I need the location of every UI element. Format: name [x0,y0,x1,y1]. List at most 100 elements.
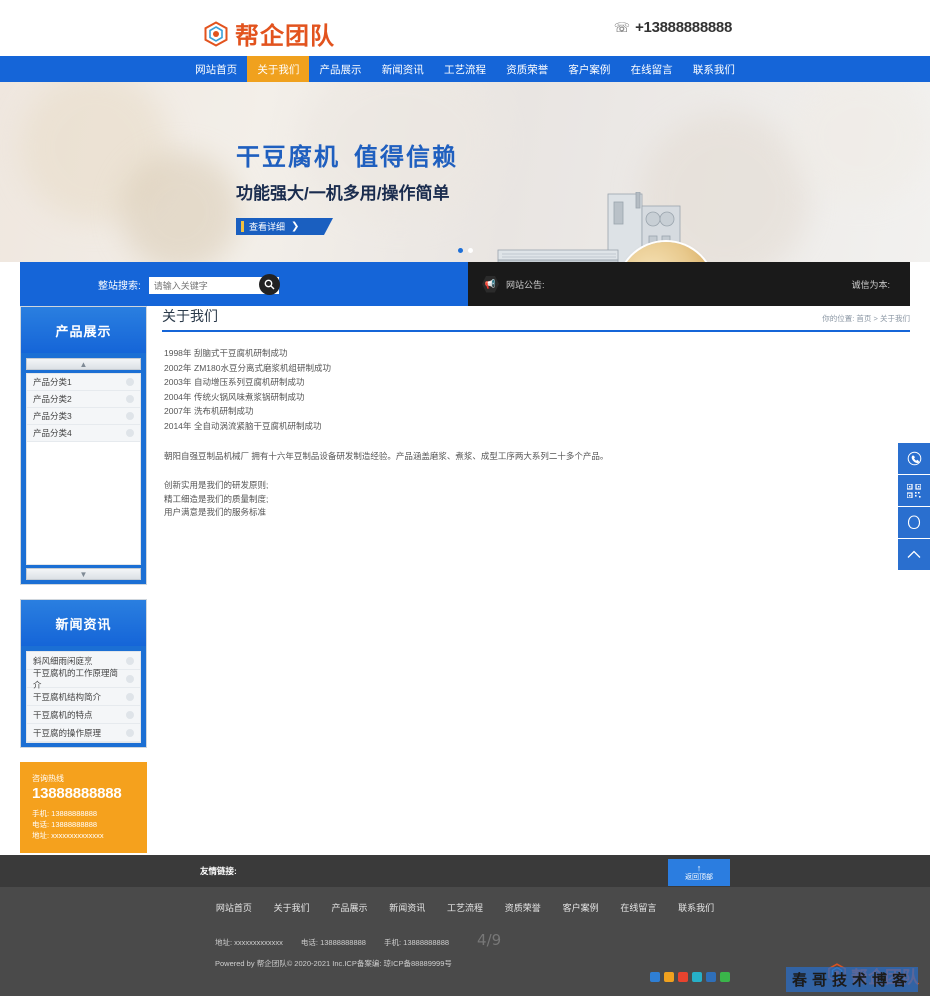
chevron-up-icon[interactable] [898,539,930,571]
news-label: 干豆腐机的工作原理简介 [33,667,119,690]
nav-item-about[interactable]: 关于我们 [247,56,310,82]
footer-nav-message[interactable]: 在线留言 [609,901,667,914]
footer-nav-cases[interactable]: 客户案例 [552,901,610,914]
product-category-list: 产品分类1 产品分类2 产品分类3 产品分类4 [26,373,141,565]
footer-nav-products[interactable]: 产品展示 [321,901,379,914]
footer-address: 地址: xxxxxxxxxxxxx [215,938,283,947]
timeline-row: 2002年 ZM180水豆分离式磨浆机组研制成功 [164,361,908,376]
footer-tel: 电话: 13888888888 [300,938,366,947]
news-panel: 新闻资讯 斜风细雨闲庭烹 干豆腐机的工作原理简介 干豆腐机结构简介 干豆腐机的特… [20,599,147,748]
timeline-row: 2014年 全自动涡流紧脑干豆腐机研制成功 [164,419,908,434]
timeline-text: 传统火锅风味煮浆锅研制成功 [194,391,305,402]
social-qzone-icon[interactable] [692,972,702,982]
site-header: 帮企团队 ☏ +13888888888 [0,0,930,56]
timeline-text: 全自动涡流紧脑干豆腐机研制成功 [194,420,322,431]
content-body: 1998年 刮脑式干豆腐机研制成功 2002年 ZM180水豆分离式磨浆机组研制成功… [162,332,910,520]
social-renren-icon[interactable] [706,972,716,982]
nav-item-honors[interactable]: 资质荣誉 [496,56,558,82]
arrow-up-icon: ↑ [696,862,702,873]
breadcrumb-separator: > [873,314,878,323]
floating-toolbar [898,443,930,571]
nav-item-products[interactable]: 产品展示 [309,56,371,82]
plus-circle-icon [126,710,134,719]
footer-nav-news[interactable]: 新闻资讯 [378,901,436,914]
timeline-year: 2004年 [164,391,192,402]
breadcrumb-current: 关于我们 [880,314,910,323]
chevron-down-icon[interactable]: ▼ [26,568,141,580]
back-to-top-button[interactable]: ↑ 返回顶部 [668,859,730,886]
plus-circle-icon [126,395,134,403]
nav-item-cases[interactable]: 客户案例 [558,56,620,82]
timeline-year: 1998年 [164,348,192,358]
carousel-dot-2[interactable] [467,248,473,253]
qrcode-icon[interactable] [898,475,930,507]
list-item[interactable]: 干豆腐机结构简介 [27,688,140,706]
sidebar-item-category-1[interactable]: 产品分类1 [27,374,140,391]
hexagon-logo-icon [203,20,229,47]
breadcrumb: 你的位置: 首页 > 关于我们 [822,313,910,326]
list-item[interactable]: 干豆腐的操作原理 [27,724,140,742]
social-links [650,972,730,982]
list-item[interactable]: 干豆腐机的工作原理简介 [27,667,140,690]
search-panel: 整站搜索: [20,262,468,306]
timeline-text: 洗布机研制成功 [194,406,254,416]
chevron-up-icon[interactable]: ▲ [26,358,141,370]
social-weibo-icon[interactable] [650,972,660,982]
chat-bubble-icon[interactable] [898,507,930,539]
social-wechat-icon[interactable] [720,972,730,982]
list-item[interactable]: 干豆腐机的特点 [27,706,140,724]
nav-item-contact[interactable]: 联系我们 [683,56,745,82]
principle-line: 精工细造是我们的质量制度; [164,493,269,504]
contact-hotline-box: 咨询热线 13888888888 手机: 13888888888 电话: 138… [20,762,147,853]
news-label: 干豆腐的操作原理 [33,727,102,738]
plus-circle-icon [126,412,134,420]
footer-nav-home[interactable]: 网站首页 [205,901,263,914]
news-label: 干豆腐机结构简介 [33,691,102,702]
phone-icon[interactable] [898,443,930,475]
chevron-right-icon: ❯ [291,221,300,232]
main-navigation: 网站首页 关于我们 产品展示 新闻资讯 工艺流程 资质荣誉 客户案例 在线留言 … [0,56,930,82]
back-to-top-label: 返回顶部 [685,873,713,881]
sidebar-item-category-2[interactable]: 产品分类2 [27,391,140,408]
social-rss-icon[interactable] [678,972,688,982]
contact-tel: 电话: 13888888888 [32,820,98,829]
banner-cta-button[interactable]: 查看详细 ❯ [236,218,333,235]
timeline-text: 自动增压系列豆腐机研制成功 [194,377,305,387]
category-list-empty-space [27,442,140,564]
sidebar: 产品展示 ▲ 产品分类1 产品分类2 产品分类3 产品分类4 ▼ 新闻资讯 斜风… [20,306,147,853]
content-header: 关于我们 你的位置: 首页 > 关于我们 [162,306,910,332]
search-icon[interactable] [258,273,280,295]
sidebar-item-category-4[interactable]: 产品分类4 [27,425,140,442]
header-phone: ☏ +13888888888 [613,19,733,36]
category-label: 产品分类2 [33,394,72,404]
sidebar-item-category-3[interactable]: 产品分类3 [27,408,140,425]
products-panel: 产品展示 ▲ 产品分类1 产品分类2 产品分类3 产品分类4 ▼ [20,306,147,585]
banner-subheadline: 功能强大/一机多用/操作简单 [236,184,450,203]
search-notice-bar: 整站搜索: 📢 网站公告: 诚信为本: [0,262,930,306]
footer-nav-contact[interactable]: 联系我们 [667,901,725,914]
news-list: 斜风细雨闲庭烹 干豆腐机的工作原理简介 干豆腐机结构简介 干豆腐机的特点 干豆腐… [26,651,141,743]
breadcrumb-home[interactable]: 首页 [856,314,871,323]
carousel-dot-1[interactable] [457,248,463,253]
social-star-icon[interactable] [664,972,674,982]
telephone-icon: ☏ [613,19,631,35]
logo-text: 帮企团队 [235,22,335,50]
nav-item-process[interactable]: 工艺流程 [434,56,496,82]
nav-item-news[interactable]: 新闻资讯 [372,56,434,82]
page-indicator: 4/9 [477,931,502,949]
footer-nav-about[interactable]: 关于我们 [263,901,321,914]
timeline-row: 2004年 传统火锅风味煮浆锅研制成功 [164,390,908,405]
cta-label: 查看详细 [249,222,286,232]
plus-circle-icon [126,692,134,701]
nav-item-home[interactable]: 网站首页 [185,56,247,82]
footer-nav-honors[interactable]: 资质荣誉 [494,901,552,914]
banner-headline-a: 干豆腐机 [236,144,340,171]
banner-headline-b: 值得信赖 [354,144,458,171]
timeline-text: 刮脑式干豆腐机研制成功 [194,348,288,358]
watermark-band: 春哥技术博客 [785,967,918,992]
main-area: 产品展示 ▲ 产品分类1 产品分类2 产品分类3 产品分类4 ▼ 新闻资讯 斜风… [0,306,930,853]
site-logo[interactable]: 帮企团队 [203,16,335,51]
plus-circle-icon [126,728,134,737]
nav-item-message[interactable]: 在线留言 [621,56,683,82]
footer-nav-process[interactable]: 工艺流程 [436,901,494,914]
